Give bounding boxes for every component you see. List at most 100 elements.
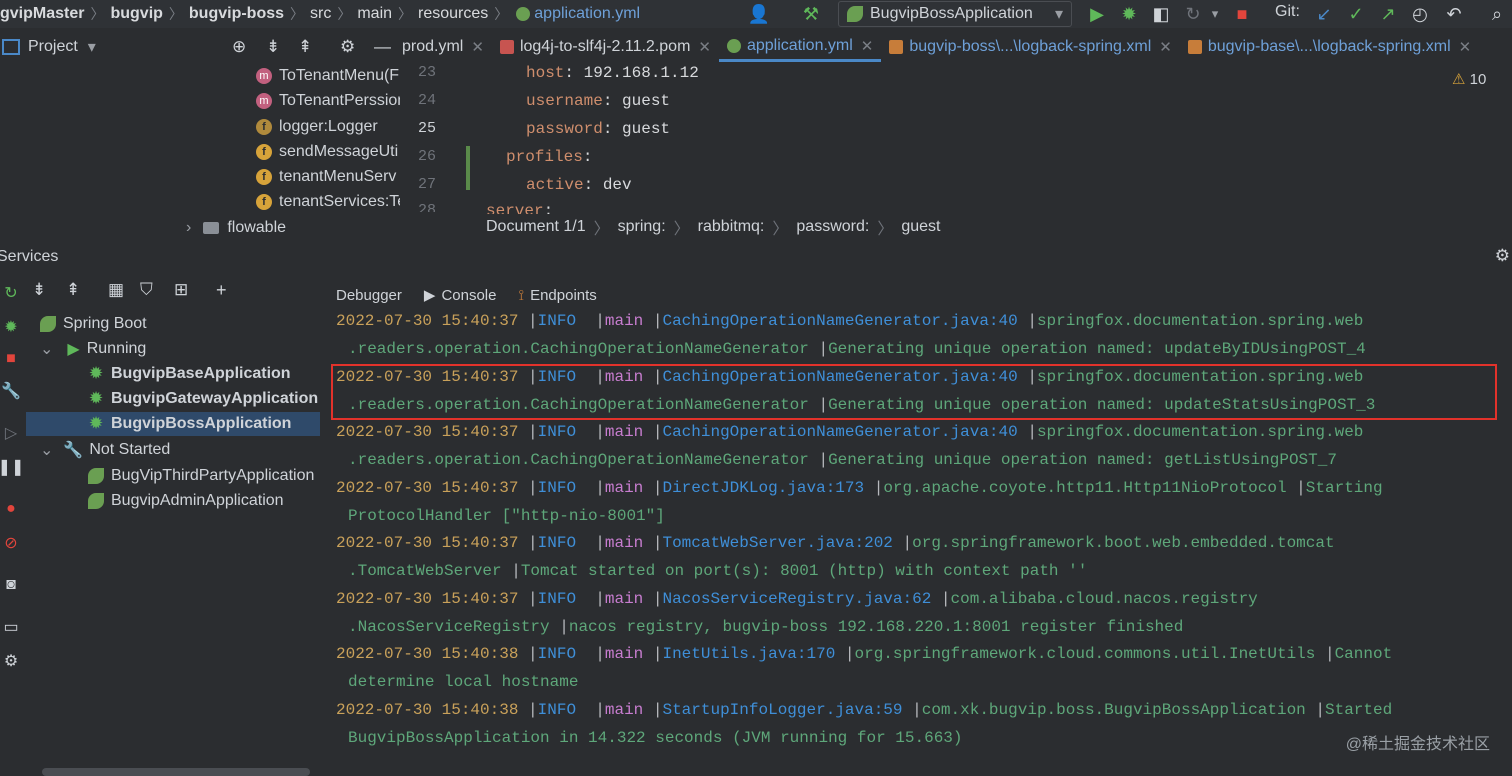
log-level: INFO <box>537 312 586 330</box>
warnings-indicator[interactable]: ⚠ 10 <box>1452 70 1486 88</box>
tree-item[interactable]: f logger:Logger <box>256 115 400 139</box>
debug-icon[interactable]: ✹ <box>1118 3 1140 25</box>
tree-item-app[interactable]: ✹ BugvipGatewayApplication <box>88 387 318 411</box>
code-line[interactable]: username: guest <box>486 92 670 110</box>
camera-icon[interactable]: ◙ <box>0 574 22 596</box>
build-hammer-icon[interactable]: ⚒ <box>800 3 822 25</box>
project-view-chevron-icon[interactable]: ▾ <box>88 37 96 57</box>
stop-icon[interactable]: ■ <box>0 348 22 370</box>
add-icon[interactable]: + <box>216 280 227 301</box>
mute-breakpoints-icon[interactable]: ⊘ <box>0 532 22 554</box>
tree-item-app-selected[interactable]: ✹ BugvipBossApplication <box>26 412 320 436</box>
tree-group-running[interactable]: ⌄ ▶ Running <box>40 337 146 361</box>
tab-console[interactable]: ▶ Console <box>424 286 497 305</box>
breakpoints-icon[interactable]: ● <box>0 498 22 520</box>
code-line[interactable]: host: 192.168.1.12 <box>486 64 699 82</box>
breadcrumb-file[interactable]: application.yml <box>534 5 640 23</box>
tree-group-not-started[interactable]: ⌄ 🔧 Not Started <box>40 438 170 462</box>
log-source-link[interactable]: CachingOperationNameGenerator.java:40 <box>662 312 1017 330</box>
close-icon[interactable]: ✕ <box>471 38 484 56</box>
layout-icon[interactable]: ▭ <box>0 616 22 638</box>
tree-item-app[interactable]: BugVipThirdPartyApplication <box>88 464 320 488</box>
close-icon[interactable]: ✕ <box>698 38 711 56</box>
tree-item-app[interactable]: ✹ BugvipBaseApplication <box>88 362 291 386</box>
breadcrumb-spring[interactable]: spring: <box>618 218 666 236</box>
tab-debugger[interactable]: Debugger <box>336 287 402 304</box>
collapse-all-icon[interactable]: ⇞ <box>66 280 80 300</box>
tab-prod-yml[interactable]: prod.yml ✕ <box>400 32 492 62</box>
breadcrumb-submodule[interactable]: bugvip-boss <box>189 5 284 23</box>
breadcrumb-src[interactable]: src <box>310 5 331 23</box>
locate-icon[interactable]: ⊕ <box>232 37 246 57</box>
log-logger: springfox.documentation.spring.web <box>1036 423 1364 441</box>
hide-icon[interactable]: — <box>374 37 391 57</box>
tree-item[interactable]: f sendMessageUti <box>256 140 400 164</box>
tree-item-spring-boot[interactable]: Spring Boot <box>40 312 147 336</box>
breadcrumb-password[interactable]: password: <box>796 218 869 236</box>
tree-item[interactable]: f tenantMenuServ <box>256 165 400 189</box>
stop-icon[interactable]: ■ <box>1231 3 1253 25</box>
profile-icon[interactable]: ↻ <box>1182 3 1204 25</box>
close-icon[interactable]: ✕ <box>1459 38 1472 56</box>
tab-application-yml[interactable]: application.yml ✕ <box>718 32 882 62</box>
tree-item[interactable]: m ToTenantMenu(F <box>256 64 400 88</box>
new-tab-icon[interactable]: ⊞ <box>174 280 188 300</box>
log-line: 2022-07-30 15:40:37 |INFO |main |NacosSe… <box>336 590 1258 608</box>
tree-item-app[interactable]: BugvipAdminApplication <box>88 489 284 513</box>
breadcrumb-project[interactable]: gvipMaster <box>0 5 84 23</box>
code-line[interactable]: password: guest <box>486 120 670 138</box>
rerun-icon[interactable]: ↻ <box>0 282 22 304</box>
log-source-link[interactable]: StartupInfoLogger.java:59 <box>662 701 902 719</box>
run-configuration-select[interactable]: BugvipBossApplication ▾ <box>838 1 1072 27</box>
log-source-link[interactable]: TomcatWebServer.java:202 <box>662 534 892 552</box>
expand-all-icon[interactable]: ⇟ <box>266 37 280 57</box>
horizontal-scrollbar[interactable] <box>42 768 310 776</box>
log-line: 2022-07-30 15:40:37 |INFO |main |Caching… <box>336 423 1364 441</box>
tree-folder[interactable]: › flowable <box>186 216 400 240</box>
log-source-link[interactable]: NacosServiceRegistry.java:62 <box>662 590 931 608</box>
settings-gear-icon[interactable]: ⚙ <box>0 650 22 672</box>
git-commit-icon[interactable]: ✓ <box>1345 3 1367 25</box>
log-source-link[interactable]: CachingOperationNameGenerator.java:40 <box>662 423 1017 441</box>
tree-item[interactable]: f tenantServices:Te <box>256 190 400 214</box>
settings-gear-icon[interactable]: ⚙ <box>340 37 355 57</box>
collapse-all-icon[interactable]: ⇞ <box>298 37 312 57</box>
coverage-icon[interactable]: ◧ <box>1150 3 1172 25</box>
line-number: 24 <box>417 92 436 109</box>
run-icon[interactable]: ▶ <box>1086 3 1108 25</box>
expand-all-icon[interactable]: ⇟ <box>32 280 46 300</box>
user-icon[interactable]: 👤 <box>748 3 770 25</box>
debug-icon[interactable]: ✹ <box>0 316 22 338</box>
tree-item[interactable]: m ToTenantPerssion <box>256 89 400 113</box>
search-icon[interactable]: ⌕ <box>1486 3 1508 25</box>
history-icon[interactable]: ◴ <box>1409 3 1431 25</box>
project-label[interactable]: Project <box>28 38 78 56</box>
tab-base-logback[interactable]: bugvip-base\...\logback-spring.xml ✕ <box>1180 32 1479 62</box>
code-line[interactable]: server: <box>486 202 553 214</box>
breadcrumb-document[interactable]: Document 1/1 <box>486 218 586 236</box>
breadcrumb-rabbitmq[interactable]: rabbitmq: <box>698 218 765 236</box>
breadcrumb-main[interactable]: main <box>357 5 392 23</box>
close-icon[interactable]: ✕ <box>1159 38 1172 56</box>
git-update-icon[interactable]: ↙ <box>1313 3 1335 25</box>
tab-log4j-pom[interactable]: log4j-to-slf4j-2.11.2.pom ✕ <box>492 32 719 62</box>
settings-gear-icon[interactable]: ⚙ <box>1495 246 1510 266</box>
git-push-icon[interactable]: ↗ <box>1377 3 1399 25</box>
wrench-icon[interactable]: 🔧 <box>0 380 22 402</box>
tab-endpoints[interactable]: ⟟ Endpoints <box>518 287 596 304</box>
tab-boss-logback[interactable]: bugvip-boss\...\logback-spring.xml ✕ <box>881 32 1179 62</box>
filter-icon[interactable]: ⛉ <box>140 280 153 300</box>
pause-icon[interactable]: ❚❚ <box>0 456 24 478</box>
more-run-chevron-icon[interactable]: ▾ <box>1204 3 1226 25</box>
close-icon[interactable]: ✕ <box>861 37 874 55</box>
breadcrumb-module[interactable]: bugvip <box>110 5 162 23</box>
resume-icon[interactable]: ▷ <box>0 422 22 444</box>
code-line[interactable]: active: dev <box>486 176 632 194</box>
log-source-link[interactable]: DirectJDKLog.java:173 <box>662 479 864 497</box>
breadcrumb-resources[interactable]: resources <box>418 5 488 23</box>
breadcrumb-value[interactable]: guest <box>901 218 940 236</box>
code-line[interactable]: profiles: <box>486 148 592 166</box>
log-source-link[interactable]: InetUtils.java:170 <box>662 645 835 663</box>
group-by-icon[interactable]: ▦ <box>108 280 124 300</box>
rollback-icon[interactable]: ↶ <box>1443 3 1465 25</box>
